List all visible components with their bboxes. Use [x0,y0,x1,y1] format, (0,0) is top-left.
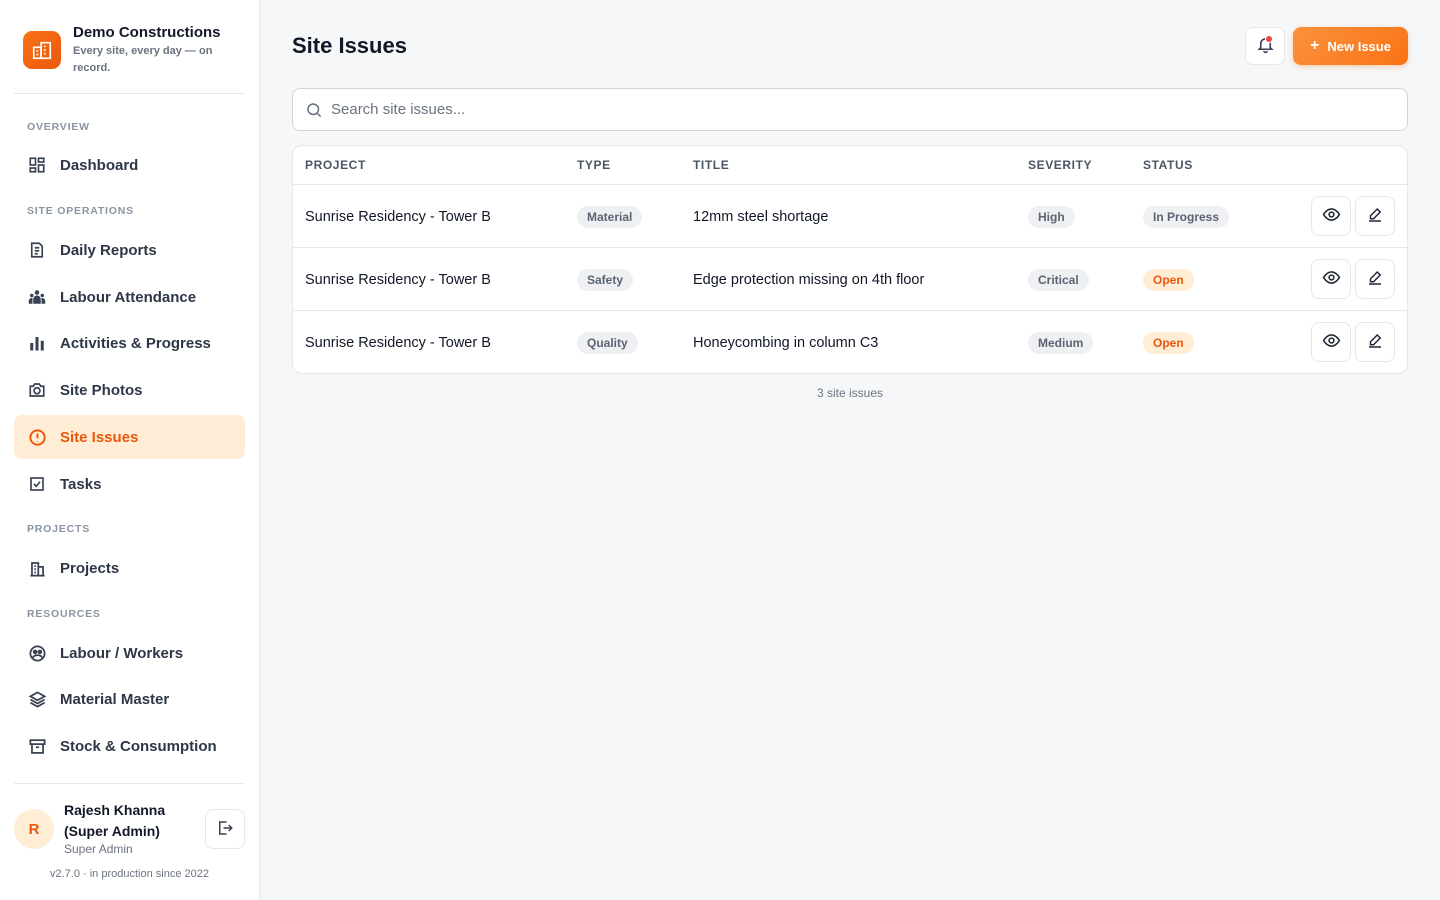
workers-icon [27,643,47,663]
alert-icon [27,427,47,447]
sidebar-item-label: Activities & Progress [60,334,211,352]
sidebar-item-activities-progress[interactable]: Activities & Progress [14,321,245,365]
bar-chart-icon [27,333,47,353]
logout-icon [216,819,234,840]
sidebar-item-daily-reports[interactable]: Daily Reports [14,228,245,272]
logout-button[interactable] [205,809,245,849]
brand-tagline: Every site, every day — on record. [73,45,213,74]
type-badge: Safety [577,268,634,291]
table-header: PROJECT TYPE TITLE SEVERITY STATUS [293,146,1407,185]
search-icon [305,101,323,124]
archive-icon [27,736,47,756]
sidebar-item-labour-workers[interactable]: Labour / Workers [14,631,245,675]
sidebar-item-label: Tasks [60,475,102,493]
sidebar-item-labour-attendance[interactable]: Labour Attendance [14,275,245,319]
sidebar-item-site-photos[interactable]: Site Photos [14,368,245,412]
app-version: v2.7.0 · in production since 2022 [50,868,209,880]
status-badge: Open [1143,268,1194,291]
view-button[interactable] [1311,196,1351,236]
search-bar [292,88,1408,131]
sidebar: Demo Constructions Every site, every day… [0,0,260,900]
new-issue-label: New Issue [1327,38,1391,54]
column-header-severity[interactable]: SEVERITY [1028,158,1092,172]
avatar: R [14,809,54,849]
search-input[interactable] [331,89,1391,130]
camera-icon [27,380,47,400]
sidebar-item-label: Stock & Consumption [60,737,217,755]
user-panel: R Rajesh Khanna (Super Admin) Super Admi… [14,783,245,900]
eye-icon [1322,331,1341,353]
sidebar-item-tasks[interactable]: Tasks [14,462,245,506]
user-name: Rajesh Khanna (Super Admin) [64,802,166,839]
layers-icon [27,689,47,709]
report-icon [27,240,47,260]
severity-badge: High [1028,205,1075,228]
nav-section-resources: RESOURCES [27,608,101,620]
eye-icon [1322,268,1341,290]
column-header-status[interactable]: STATUS [1143,158,1193,172]
cell-title: Edge protection missing on 4th floor [693,271,925,288]
sidebar-item-label: Labour / Workers [60,644,184,662]
view-button[interactable] [1311,259,1351,299]
view-button[interactable] [1311,322,1351,362]
brand: Demo Constructions Every site, every day… [14,0,245,94]
table-row[interactable]: Sunrise Residency - Tower B Safety Edge … [293,248,1407,311]
edit-button[interactable] [1355,322,1395,362]
sidebar-item-label: Site Issues [60,428,139,446]
user-role: Super Admin [64,842,133,856]
severity-badge: Critical [1028,268,1089,291]
edit-button[interactable] [1355,196,1395,236]
table-row[interactable]: Sunrise Residency - Tower B Material 12m… [293,185,1407,248]
type-badge: Material [577,205,643,228]
plus-icon: + [1310,37,1320,54]
users-icon [27,287,47,307]
sidebar-item-label: Material Master [60,690,170,708]
sidebar-item-projects[interactable]: Projects [14,546,245,590]
column-header-project[interactable]: PROJECT [305,158,366,172]
cell-project: Sunrise Residency - Tower B [305,271,491,288]
sidebar-item-label: Dashboard [60,156,139,174]
pencil-icon [1366,332,1384,353]
severity-badge: Medium [1028,331,1094,354]
cell-title: Honeycombing in column C3 [693,334,879,351]
table-row[interactable]: Sunrise Residency - Tower B Quality Hone… [293,311,1407,373]
status-badge: Open [1143,331,1194,354]
dashboard-icon [27,155,47,175]
brand-logo [23,31,61,69]
sidebar-item-material-master[interactable]: Material Master [14,677,245,721]
nav-section-site-operations: SITE OPERATIONS [27,205,134,217]
checkbox-icon [27,474,47,494]
column-header-title[interactable]: TITLE [693,158,729,172]
sidebar-item-label: Daily Reports [60,241,157,259]
pencil-icon [1366,269,1384,290]
brand-name: Demo Constructions [73,24,221,41]
sidebar-item-label: Labour Attendance [60,288,197,306]
eye-icon [1322,205,1341,227]
issue-count: 3 site issues [816,386,884,400]
cell-project: Sunrise Residency - Tower B [305,208,491,225]
status-badge: In Progress [1143,205,1230,228]
cell-title: 12mm steel shortage [693,208,829,225]
sidebar-item-label: Site Photos [60,381,143,399]
cell-project: Sunrise Residency - Tower B [305,334,491,351]
issues-table: PROJECT TYPE TITLE SEVERITY STATUS Sunri… [292,145,1408,374]
notification-dot [1265,35,1273,43]
building-icon [27,558,47,578]
pencil-icon [1366,206,1384,227]
sidebar-item-dashboard[interactable]: Dashboard [14,143,245,187]
nav-section-overview: OVERVIEW [27,121,90,133]
sidebar-item-stock-consumption[interactable]: Stock & Consumption [14,724,245,768]
column-header-type[interactable]: TYPE [577,158,611,172]
notifications-button[interactable] [1245,27,1285,65]
edit-button[interactable] [1355,259,1395,299]
sidebar-item-label: Projects [60,559,120,577]
new-issue-button[interactable]: + New Issue [1293,27,1408,65]
type-badge: Quality [577,331,638,354]
nav-section-projects: PROJECTS [27,523,90,535]
page-title: Site Issues [292,33,407,58]
sidebar-item-site-issues[interactable]: Site Issues [14,415,245,459]
